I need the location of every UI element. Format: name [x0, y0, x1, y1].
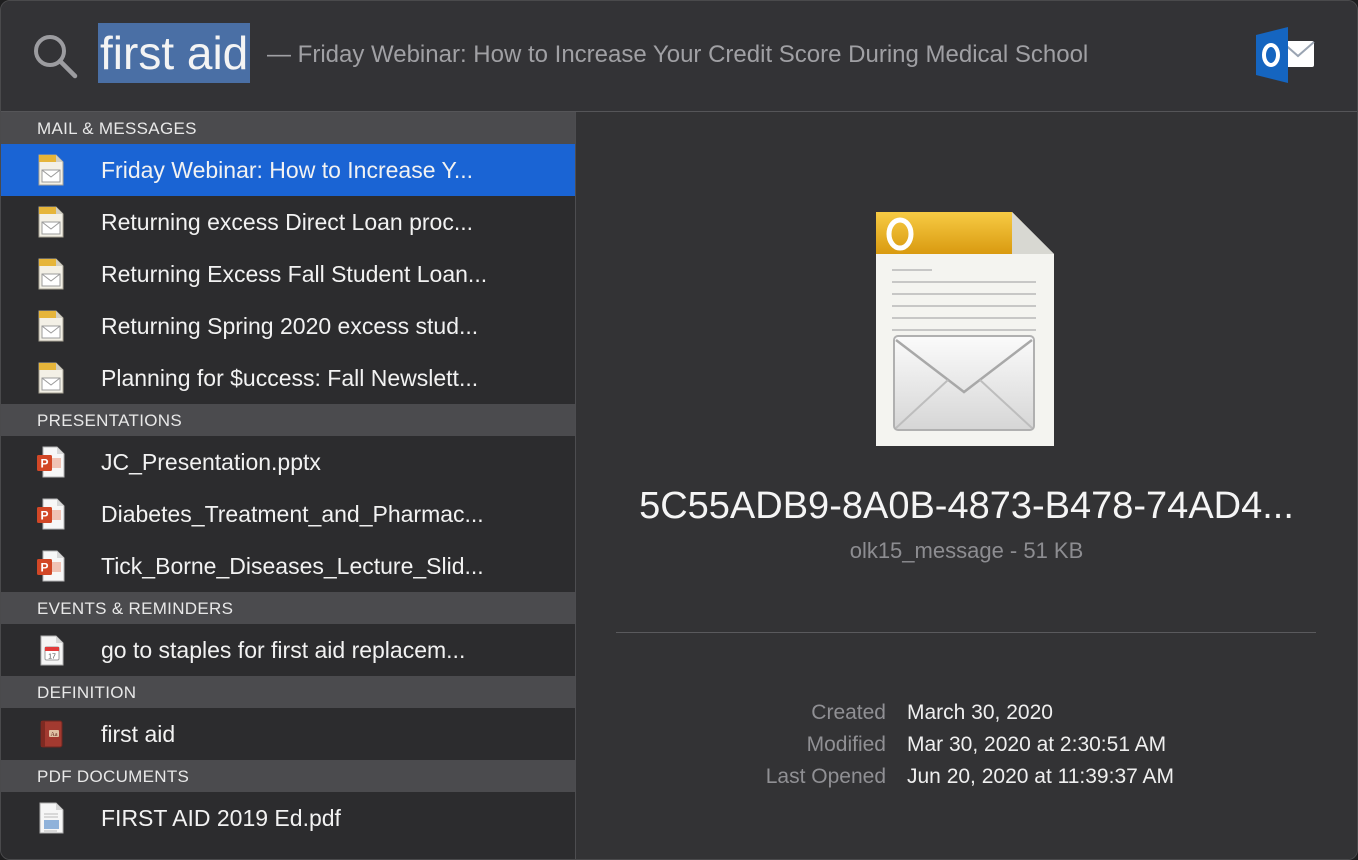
section-header: PDF DOCUMENTS [1, 760, 575, 792]
section-header: MAIL & MESSAGES [1, 112, 575, 144]
preview-title: 5C55ADB9-8A0B-4873-B478-74AD4... [639, 485, 1294, 527]
result-row[interactable]: P Diabetes_Treatment_and_Pharmac... [1, 488, 575, 540]
meta-value: Jun 20, 2020 at 11:39:37 AM [907, 765, 1174, 788]
result-row[interactable]: Returning Spring 2020 excess stud... [1, 300, 575, 352]
result-row[interactable]: P JC_Presentation.pptx [1, 436, 575, 488]
search-completion-hint: — Friday Webinar: How to Increase Your C… [267, 41, 1089, 68]
result-label: first aid [101, 721, 176, 747]
pdf-icon [37, 802, 65, 834]
svg-text:P: P [40, 561, 48, 575]
result-label: JC_Presentation.pptx [101, 449, 321, 475]
result-row[interactable]: Aa first aid [1, 708, 575, 760]
mail-document-icon [37, 258, 65, 290]
result-label: Planning for $uccess: Fall Newslett... [101, 365, 479, 391]
calendar-icon: 17 [37, 634, 65, 666]
result-label: Diabetes_Treatment_and_Pharmac... [101, 501, 484, 527]
result-label: Returning Spring 2020 excess stud... [101, 313, 479, 339]
result-label: Returning Excess Fall Student Loan... [101, 261, 488, 287]
meta-value: Mar 30, 2020 at 2:30:51 AM [907, 733, 1167, 756]
result-row[interactable]: 17 go to staples for first aid replacem..… [1, 624, 575, 676]
result-label: Returning excess Direct Loan proc... [101, 209, 474, 235]
result-row[interactable]: Planning for $uccess: Fall Newslett... [1, 352, 575, 404]
meta-created: Created March 30, 2020 [576, 697, 1357, 729]
section-header: EVENTS & REMINDERS [1, 592, 575, 624]
svg-text:P: P [40, 457, 48, 471]
results-list[interactable]: MAIL & MESSAGES Friday Webinar: How to In… [1, 112, 576, 859]
meta-label: Modified [806, 733, 886, 756]
powerpoint-icon: P [37, 446, 65, 478]
meta-last-opened: Last Opened Jun 20, 2020 at 11:39:37 AM [576, 761, 1357, 793]
preview-divider [616, 632, 1316, 633]
powerpoint-icon: P [37, 498, 65, 530]
result-label: Friday Webinar: How to Increase Y... [101, 157, 474, 183]
preview-subtitle: olk15_message - 51 KB [849, 538, 1084, 563]
section-header: DEFINITION [1, 676, 575, 708]
result-row[interactable]: Returning excess Direct Loan proc... [1, 196, 575, 248]
result-row[interactable]: P Tick_Borne_Diseases_Lecture_Slid... [1, 540, 575, 592]
spotlight-window: first aid — Friday Webinar: How to Incre… [0, 0, 1358, 860]
meta-modified: Modified Mar 30, 2020 at 2:30:51 AM [576, 729, 1357, 761]
search-icon [34, 35, 78, 79]
result-row[interactable]: Friday Webinar: How to Increase Y... [1, 144, 575, 196]
meta-value: March 30, 2020 [907, 701, 1053, 724]
svg-text:17: 17 [48, 654, 56, 661]
search-bar[interactable]: first aid — Friday Webinar: How to Incre… [1, 1, 1357, 112]
meta-label: Created [811, 701, 886, 724]
result-row[interactable]: FIRST AID 2019 Ed.pdf [1, 792, 575, 844]
svg-text:Aa: Aa [51, 732, 58, 738]
outlook-message-file-icon [876, 212, 1054, 446]
powerpoint-icon: P [37, 550, 65, 582]
mail-document-icon [37, 362, 65, 394]
section-header: PRESENTATIONS [1, 404, 575, 436]
meta-label: Last Opened [765, 765, 886, 788]
dictionary-icon: Aa [37, 718, 65, 750]
mail-document-icon [37, 206, 65, 238]
result-row[interactable]: Returning Excess Fall Student Loan... [1, 248, 575, 300]
search-input[interactable]: first aid [98, 23, 251, 83]
result-label: FIRST AID 2019 Ed.pdf [101, 805, 341, 831]
result-label: go to staples for first aid replacem... [101, 637, 466, 663]
result-label: Tick_Borne_Diseases_Lecture_Slid... [101, 553, 484, 579]
outlook-icon [1256, 27, 1315, 83]
svg-text:P: P [40, 509, 48, 523]
mail-document-icon [37, 310, 65, 342]
preview-pane: 5C55ADB9-8A0B-4873-B478-74AD4... olk15_m… [576, 112, 1357, 859]
mail-document-icon [37, 154, 65, 186]
